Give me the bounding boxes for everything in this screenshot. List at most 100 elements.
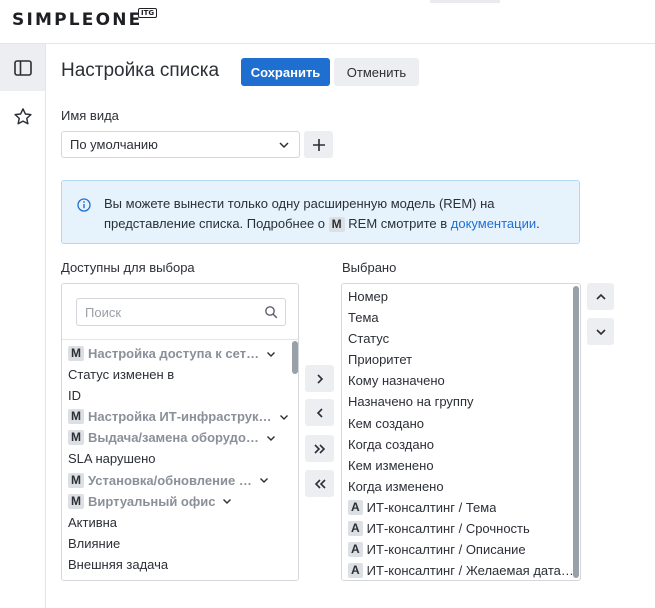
model-badge: M: [68, 493, 84, 509]
list-item-label: Настройка ИТ-инфраструк…: [88, 409, 272, 425]
list-item[interactable]: A ИТ-консалтинг / Срочность: [342, 518, 580, 539]
info-text-after: .: [536, 216, 540, 231]
list-item[interactable]: Внешняя задача: [62, 554, 298, 575]
logo-text: SIMPLEONE: [12, 10, 143, 30]
logo[interactable]: SIMPLEONE: [12, 10, 142, 30]
chevron-right-icon: [316, 373, 323, 384]
cancel-button[interactable]: Отменить: [334, 58, 419, 86]
list-item[interactable]: A ИТ-консалтинг / Описание: [342, 539, 580, 560]
list-item[interactable]: Кому назначено: [342, 370, 580, 391]
list-item[interactable]: M Виртуальный офис: [62, 491, 298, 512]
model-badge: A: [348, 521, 363, 537]
list-item[interactable]: Номер: [342, 286, 580, 307]
expand-chevron-icon[interactable]: [265, 432, 277, 444]
list-item-label: ID: [68, 388, 81, 404]
view-select-value: По умолчанию: [70, 137, 158, 152]
list-item-label: ИТ-консалтинг / Тема: [366, 499, 497, 515]
move-down-button[interactable]: [587, 318, 614, 345]
documentation-link[interactable]: документации: [451, 216, 536, 231]
list-item-label: Тема: [348, 310, 379, 326]
info-text-middle: REM смотрите в: [344, 216, 451, 231]
expand-chevron-icon[interactable]: [258, 474, 270, 486]
expand-chevron-icon[interactable]: [265, 348, 277, 360]
available-label: Доступны для выбора: [61, 260, 195, 275]
list-item-label: Виртуальный офис: [88, 493, 216, 509]
logo-badge: ITG: [138, 8, 158, 18]
model-badge: M: [68, 430, 84, 446]
chevron-up-icon: [595, 293, 606, 300]
list-item[interactable]: SLA нарушено: [62, 448, 298, 469]
move-all-left-button[interactable]: [305, 470, 334, 497]
sidebar-panel-button[interactable]: [0, 44, 45, 91]
list-item-label: SLA нарушено: [68, 451, 156, 467]
list-item[interactable]: Когда создано: [342, 434, 580, 455]
list-item[interactable]: Приоритет: [342, 349, 580, 370]
expand-chevron-icon[interactable]: [278, 411, 290, 423]
available-items: M Настройка доступа к сет… Статус изменен …: [62, 343, 298, 575]
add-view-button[interactable]: [304, 131, 333, 158]
top-bar: SIMPLEONE ITG: [0, 0, 655, 44]
list-item[interactable]: M Установка/обновление …: [62, 470, 298, 491]
list-item-label: Выдача/замена оборудо…: [88, 430, 259, 446]
list-item[interactable]: M Настройка доступа к сет…: [62, 343, 298, 364]
model-badge: A: [348, 499, 363, 515]
list-item[interactable]: Когда изменено: [342, 476, 580, 497]
list-item[interactable]: M Выдача/замена оборудо…: [62, 427, 298, 448]
expand-chevron-icon[interactable]: [221, 495, 233, 507]
list-item[interactable]: A ИТ-консалтинг / Тема: [342, 497, 580, 518]
list-item[interactable]: Статус: [342, 328, 580, 349]
move-left-button[interactable]: [305, 399, 334, 426]
list-item[interactable]: ID: [62, 385, 298, 406]
list-item-label: Внешняя задача: [68, 556, 169, 572]
plus-icon: [312, 138, 325, 151]
list-item[interactable]: Тема: [342, 307, 580, 328]
list-item-label: Кому назначено: [348, 373, 445, 389]
list-item-label: Активна: [68, 514, 118, 530]
list-item-label: ИТ-консалтинг / Желаемая дата…: [366, 563, 574, 579]
list-item-label: Назначено на группу: [348, 394, 474, 410]
available-list-box: Поиск M Настройка доступа к сет… Статус из…: [61, 283, 299, 581]
move-all-right-button[interactable]: [305, 435, 334, 462]
list-item-label: Влияние: [68, 535, 121, 551]
list-item-label: Статус изменен в: [68, 367, 175, 383]
search-placeholder: Поиск: [85, 305, 122, 320]
move-right-button[interactable]: [305, 365, 334, 392]
view-name-label: Имя вида: [61, 108, 119, 123]
model-badge: M: [68, 346, 84, 362]
list-item[interactable]: Назначено на группу: [342, 391, 580, 412]
list-item[interactable]: Влияние: [62, 533, 298, 554]
list-item-label: Статус: [348, 331, 390, 347]
info-icon: [77, 198, 91, 212]
rem-badge: M: [328, 217, 345, 232]
list-item-label: Приоритет: [348, 352, 413, 368]
move-up-button[interactable]: [587, 283, 614, 310]
view-select[interactable]: По умолчанию: [61, 131, 300, 158]
star-icon: [13, 107, 32, 125]
list-item-label: Когда создано: [348, 436, 435, 452]
top-tab-shade: [430, 0, 500, 3]
list-item-label: Кем создано: [348, 415, 424, 431]
divider: [62, 339, 298, 340]
search-input[interactable]: Поиск: [76, 298, 286, 326]
list-item[interactable]: Статус изменен в: [62, 364, 298, 385]
chevron-down-icon: [279, 142, 289, 149]
save-button[interactable]: Сохранить: [241, 58, 330, 86]
model-badge: A: [348, 563, 363, 579]
chevron-left-icon: [316, 407, 323, 418]
sidebar-favorites-button[interactable]: [0, 93, 45, 140]
model-badge: M: [68, 409, 84, 425]
double-chevron-left-icon: [314, 478, 326, 489]
list-item-label: ИТ-консалтинг / Описание: [366, 542, 526, 558]
list-item-label: Настройка доступа к сет…: [88, 346, 260, 361]
list-item[interactable]: M Настройка ИТ-инфраструк…: [62, 406, 298, 427]
list-item[interactable]: Кем создано: [342, 413, 580, 434]
info-text: Вы можете вынести только одну расширенну…: [104, 194, 564, 234]
model-badge: A: [348, 542, 363, 558]
model-badge: M: [68, 472, 84, 488]
available-scrollbar[interactable]: [292, 341, 298, 374]
list-item[interactable]: Кем изменено: [342, 455, 580, 476]
list-item[interactable]: Активна: [62, 512, 298, 533]
list-item-label: Кем изменено: [348, 457, 434, 473]
list-item[interactable]: A ИТ-консалтинг / Желаемая дата…: [342, 560, 580, 580]
selected-scrollbar[interactable]: [573, 286, 579, 578]
